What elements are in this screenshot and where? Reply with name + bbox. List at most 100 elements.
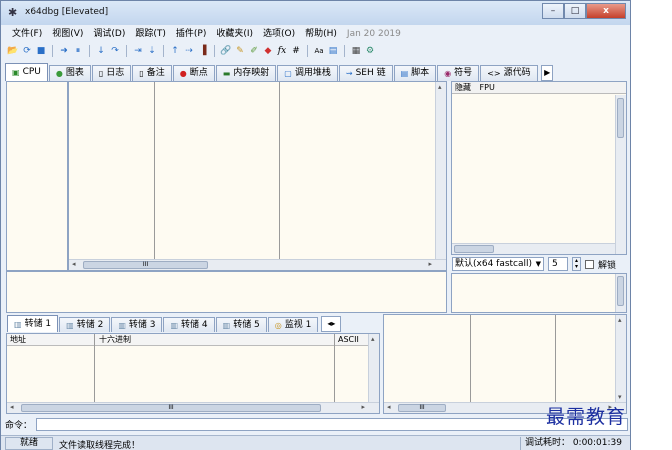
- hide-fpu-toggle[interactable]: 隐藏: [455, 83, 471, 92]
- patch-icon[interactable]: 🔗: [220, 45, 232, 57]
- tab-symbols[interactable]: ◉ 符号: [437, 65, 480, 81]
- tab-scroll-right-button[interactable]: ▶: [541, 65, 554, 81]
- pause-icon[interactable]: ⏸: [72, 45, 84, 57]
- main-window: ✱ x64dbg [Elevated] – □ x 文件(F) 视图(V) 调试…: [0, 0, 631, 450]
- command-input[interactable]: [36, 417, 628, 431]
- arguments-vertical-scrollbar[interactable]: [615, 274, 626, 312]
- tab-dump-5[interactable]: ▥ 转储 5: [215, 317, 267, 332]
- execute-till-return-icon[interactable]: ↑: [169, 45, 181, 57]
- scroll-down-icon[interactable]: ▾: [618, 393, 622, 401]
- title-bar[interactable]: ✱ x64dbg [Elevated] – □ x: [1, 1, 630, 25]
- build-date: Jan 20 2019: [346, 29, 401, 39]
- function-icon[interactable]: fx: [276, 45, 288, 57]
- lock-checkbox[interactable]: [585, 259, 594, 269]
- run-icon[interactable]: ➜: [58, 45, 70, 57]
- dump-view[interactable]: 地址 十六进制 ASCII ▴ ◂ III ▸: [6, 333, 380, 414]
- calling-convention-select[interactable]: 默认(x64 fastcall) ▼: [452, 257, 544, 271]
- menu-options[interactable]: 选项(O): [258, 27, 300, 42]
- disassembly-view[interactable]: ▴ ◂ III ▸: [68, 81, 447, 271]
- step-into-icon[interactable]: ↓: [95, 45, 107, 57]
- step-over-icon[interactable]: ↷: [109, 45, 121, 57]
- menu-view[interactable]: 视图(V): [47, 27, 88, 42]
- tab-source[interactable]: <> 源代码: [480, 65, 539, 81]
- scroll-left-icon[interactable]: ◂: [10, 403, 14, 411]
- command-label: 命令：: [5, 420, 33, 431]
- scroll-right-icon[interactable]: ▸: [428, 260, 432, 268]
- menu-favourites[interactable]: 收藏夹(I): [211, 27, 258, 42]
- debug-time: 调试耗时： 0:00:01:39: [519, 437, 626, 450]
- tab-breakpoints[interactable]: ● 断点: [172, 65, 215, 81]
- trace-over-icon[interactable]: ⇣: [146, 45, 158, 57]
- dump-horizontal-scrollbar[interactable]: ◂ III ▸: [7, 402, 379, 413]
- toolbar: 📂 ⟳ ■ ➜ ⏸ ↓ ↷ ⇥ ⇣ ↑ ⇢ ▐ 🔗 ✎ ✐ ◆ fx # Aa …: [1, 43, 630, 59]
- argument-count-stepper[interactable]: ▴ ▾: [572, 257, 581, 271]
- settings-icon[interactable]: ⚙: [364, 45, 376, 57]
- registers-view[interactable]: 隐藏 FPU: [451, 81, 627, 255]
- main-tab-bar: ▣ CPU ● 图表 ▯ 日志 ▯ 备注 ● 断点 ▬ 内存映射 ▢ 调用堆栈 …: [5, 63, 628, 81]
- tab-label: 转储 3: [128, 319, 156, 330]
- tab-notes[interactable]: ▯ 备注: [132, 65, 172, 81]
- notes-icon: ▯: [139, 69, 144, 78]
- menu-trace[interactable]: 跟踪(T): [130, 27, 171, 42]
- scrollbar-thumb[interactable]: [617, 98, 624, 138]
- scrollbar-thumb[interactable]: [454, 245, 494, 253]
- scroll-up-icon[interactable]: ▴: [371, 335, 375, 343]
- menu-plugins[interactable]: 插件(P): [171, 27, 211, 42]
- tab-label: 内存映射: [233, 68, 270, 78]
- trace-into-icon[interactable]: ⇥: [132, 45, 144, 57]
- minimize-button[interactable]: –: [542, 3, 564, 19]
- scrollbar-thumb[interactable]: III: [83, 261, 208, 269]
- tab-dump-2[interactable]: ▥ 转储 2: [59, 317, 111, 332]
- column-divider: [154, 82, 155, 270]
- scroll-up-icon[interactable]: ▴: [438, 83, 442, 91]
- menu-debug[interactable]: 调试(D): [88, 27, 130, 42]
- scrollbar-thumb[interactable]: III: [21, 404, 321, 412]
- hash-icon[interactable]: #: [290, 45, 302, 57]
- dump-tab-scroll-button[interactable]: ◂▸: [321, 316, 342, 332]
- breakpoint-icon: ●: [179, 69, 187, 78]
- scrollbar-thumb[interactable]: III: [398, 404, 446, 412]
- tab-watch-1[interactable]: ◎ 监视 1: [267, 317, 319, 332]
- status-bar: 就绪 文件读取线程完成！ 调试耗时： 0:00:01:39: [1, 435, 630, 450]
- tab-dump-4[interactable]: ▥ 转储 4: [163, 317, 215, 332]
- close-button[interactable]: x: [586, 3, 626, 19]
- registers-horizontal-scrollbar[interactable]: [452, 243, 615, 254]
- dump-vertical-scrollbar[interactable]: ▴: [368, 334, 379, 402]
- stop-icon[interactable]: ■: [35, 45, 47, 57]
- scroll-left-icon[interactable]: ◂: [387, 403, 391, 411]
- comment-icon[interactable]: ✎: [234, 45, 246, 57]
- registers-vertical-scrollbar[interactable]: [615, 95, 626, 254]
- scroll-left-icon[interactable]: ◂: [72, 260, 76, 268]
- menu-help[interactable]: 帮助(H): [300, 27, 342, 42]
- calculator-icon[interactable]: ▦: [350, 45, 362, 57]
- tab-seh-chain[interactable]: ⇝ SEH 链: [338, 65, 393, 81]
- restart-icon[interactable]: ⟳: [21, 45, 33, 57]
- tab-script[interactable]: ▤ 脚本: [393, 65, 437, 81]
- open-icon[interactable]: 📂: [7, 45, 19, 57]
- tab-dump-3[interactable]: ▥ 转储 3: [111, 317, 163, 332]
- tab-dump-1[interactable]: ▥ 转储 1: [7, 315, 59, 332]
- bookmark-icon[interactable]: ◆: [262, 45, 274, 57]
- label-icon[interactable]: ✐: [248, 45, 260, 57]
- run-to-user-code-icon[interactable]: ⇢: [183, 45, 195, 57]
- symbols-icon: ◉: [444, 69, 452, 78]
- log-icon[interactable]: ▤: [327, 45, 339, 57]
- font-icon[interactable]: Aa: [313, 45, 325, 57]
- scroll-right-icon[interactable]: ▸: [361, 403, 365, 411]
- argument-count-input[interactable]: 5: [548, 257, 568, 271]
- disassembly-vertical-scrollbar[interactable]: ▴: [435, 82, 446, 259]
- stack-vertical-scrollbar[interactable]: ▴ ▾: [615, 315, 626, 402]
- window-title: x64dbg [Elevated]: [25, 7, 109, 17]
- maximize-button[interactable]: □: [564, 3, 586, 19]
- disassembly-horizontal-scrollbar[interactable]: ◂ III ▸: [69, 259, 446, 270]
- tab-cpu[interactable]: ▣ CPU: [5, 63, 48, 81]
- scroll-up-icon[interactable]: ▴: [618, 316, 622, 324]
- tab-graph[interactable]: ● 图表: [48, 65, 91, 81]
- scylla-icon[interactable]: ▐: [197, 45, 209, 57]
- menu-file[interactable]: 文件(F): [7, 27, 47, 42]
- stack-view[interactable]: ▴ ▾ ◂ III ▸: [383, 314, 627, 414]
- tab-memory-map[interactable]: ▬ 内存映射: [215, 65, 277, 81]
- scrollbar-thumb[interactable]: [617, 276, 624, 306]
- tab-log[interactable]: ▯ 日志: [91, 65, 132, 81]
- tab-call-stack[interactable]: ▢ 调用堆栈: [277, 65, 338, 81]
